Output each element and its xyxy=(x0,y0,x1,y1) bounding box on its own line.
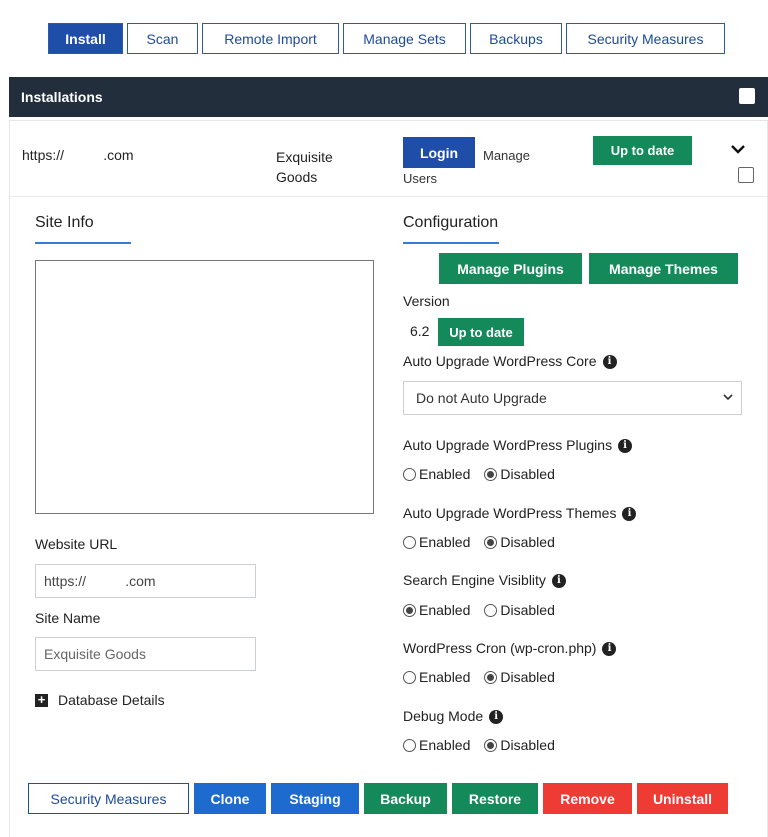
radio-icon[interactable] xyxy=(403,670,416,684)
restore-button[interactable]: Restore xyxy=(452,783,538,814)
auto-themes-label: Auto Upgrade WordPress Themes xyxy=(403,505,617,521)
radio-selected-icon[interactable] xyxy=(403,603,416,617)
site-name-line2: Goods xyxy=(276,169,318,185)
info-icon[interactable]: i xyxy=(618,439,633,454)
debug-mode-label: Debug Mode xyxy=(403,708,484,724)
security-measures-button[interactable]: Security Measures xyxy=(28,783,189,814)
website-url-field[interactable]: https:// .com xyxy=(35,564,256,598)
auto-themes-row: Auto Upgrade WordPress Themes i xyxy=(403,505,637,522)
version-label: Version xyxy=(403,293,450,309)
manage-plugins-button[interactable]: Manage Plugins xyxy=(439,253,582,284)
auto-core-label: Auto Upgrade WordPress Core xyxy=(403,353,597,369)
auto-plugins-radios: Enabled Disabled xyxy=(403,466,555,482)
configuration-title: Configuration xyxy=(403,214,499,231)
auto-themes-enabled[interactable]: Enabled xyxy=(403,534,470,550)
version-status-button[interactable]: Up to date xyxy=(438,318,524,346)
row-divider xyxy=(10,196,767,197)
tab-remote-import[interactable]: Remote Import xyxy=(202,23,339,54)
debug-mode-disabled[interactable]: Disabled xyxy=(484,737,555,753)
auto-themes-radios: Enabled Disabled xyxy=(403,534,555,550)
installation-site-name: Exquisite Goods xyxy=(276,147,333,187)
wp-cron-label: WordPress Cron (wp-cron.php) xyxy=(403,640,597,656)
info-icon[interactable]: i xyxy=(489,710,504,725)
search-visibility-label: Search Engine Visiblity xyxy=(403,572,546,588)
radio-selected-icon[interactable] xyxy=(484,535,498,549)
tab-install[interactable]: Install xyxy=(48,23,123,54)
info-icon[interactable]: i xyxy=(602,355,617,370)
radio-label: Disabled xyxy=(500,737,555,753)
site-name-label: Site Name xyxy=(35,610,101,626)
installation-url[interactable]: https:// .com xyxy=(22,147,134,163)
radio-label: Disabled xyxy=(500,534,555,550)
top-tabs: Install Scan Remote Import Manage Sets B… xyxy=(48,23,725,54)
site-name-field[interactable]: Exquisite Goods xyxy=(35,637,256,671)
login-button[interactable]: Login xyxy=(403,137,475,168)
radio-selected-icon[interactable] xyxy=(484,670,498,684)
info-icon[interactable]: i xyxy=(622,507,637,522)
search-visibility-disabled[interactable]: Disabled xyxy=(484,602,555,618)
auto-plugins-label: Auto Upgrade WordPress Plugins xyxy=(403,437,613,453)
search-visibility-enabled[interactable]: Enabled xyxy=(403,602,470,618)
auto-themes-disabled[interactable]: Disabled xyxy=(484,534,555,550)
radio-label: Disabled xyxy=(500,669,555,685)
update-status-button[interactable]: Up to date xyxy=(593,136,692,165)
radio-icon[interactable] xyxy=(484,603,498,617)
auto-plugins-enabled[interactable]: Enabled xyxy=(403,466,470,482)
tab-manage-sets[interactable]: Manage Sets xyxy=(343,23,466,54)
auto-plugins-row: Auto Upgrade WordPress Plugins i xyxy=(403,437,633,454)
wp-cron-enabled[interactable]: Enabled xyxy=(403,669,470,685)
wp-cron-row: WordPress Cron (wp-cron.php) i xyxy=(403,640,617,657)
backup-button[interactable]: Backup xyxy=(364,783,447,814)
site-info-underline xyxy=(35,242,131,244)
radio-label: Disabled xyxy=(500,466,555,482)
radio-label: Enabled xyxy=(419,602,471,618)
debug-mode-radios: Enabled Disabled xyxy=(403,737,555,753)
site-preview-image xyxy=(35,260,374,514)
search-visibility-radios: Enabled Disabled xyxy=(403,602,555,618)
manage-themes-button[interactable]: Manage Themes xyxy=(589,253,738,284)
radio-selected-icon[interactable] xyxy=(484,738,498,752)
info-icon[interactable]: i xyxy=(602,642,617,657)
debug-mode-enabled[interactable]: Enabled xyxy=(403,737,470,753)
tab-security-measures[interactable]: Security Measures xyxy=(566,23,725,54)
auto-core-selected: Do not Auto Upgrade xyxy=(416,390,547,406)
radio-icon[interactable] xyxy=(403,738,416,752)
clone-button[interactable]: Clone xyxy=(194,783,266,814)
debug-mode-row: Debug Mode i xyxy=(403,708,504,725)
installations-title: Installations xyxy=(21,89,103,105)
radio-label: Enabled xyxy=(419,534,471,550)
auto-core-row: Auto Upgrade WordPress Core i xyxy=(403,353,617,370)
tab-backups[interactable]: Backups xyxy=(470,23,562,54)
wp-cron-disabled[interactable]: Disabled xyxy=(484,669,555,685)
plus-square-icon[interactable]: + xyxy=(35,693,48,707)
radio-icon[interactable] xyxy=(403,467,416,481)
auto-plugins-disabled[interactable]: Disabled xyxy=(484,466,555,482)
radio-label: Disabled xyxy=(500,602,555,618)
radio-icon[interactable] xyxy=(403,535,416,549)
staging-button[interactable]: Staging xyxy=(271,783,359,814)
site-name-line1: Exquisite xyxy=(276,149,333,165)
search-visibility-row: Search Engine Visiblity i xyxy=(403,572,566,589)
configuration-underline xyxy=(403,242,499,244)
radio-label: Enabled xyxy=(419,669,471,685)
chevron-down-icon[interactable] xyxy=(731,141,745,159)
uninstall-button[interactable]: Uninstall xyxy=(637,783,728,814)
remove-button[interactable]: Remove xyxy=(543,783,632,814)
radio-label: Enabled xyxy=(419,737,471,753)
chevron-down-icon xyxy=(723,390,733,404)
action-bar: Security Measures Clone Staging Backup R… xyxy=(28,783,728,814)
row-checkbox[interactable] xyxy=(738,167,754,183)
select-all-checkbox[interactable] xyxy=(739,88,755,104)
version-value: 6.2 xyxy=(410,323,430,339)
info-icon[interactable]: i xyxy=(551,574,566,589)
auto-core-select[interactable]: Do not Auto Upgrade xyxy=(403,381,742,415)
tab-scan[interactable]: Scan xyxy=(127,23,198,54)
radio-label: Enabled xyxy=(419,466,471,482)
radio-selected-icon[interactable] xyxy=(484,467,498,481)
installations-header: Installations xyxy=(9,77,768,117)
site-info-title: Site Info xyxy=(35,214,94,231)
wp-cron-radios: Enabled Disabled xyxy=(403,669,555,685)
database-details-toggle[interactable]: Database Details xyxy=(58,692,165,708)
website-url-label: Website URL xyxy=(35,536,118,552)
